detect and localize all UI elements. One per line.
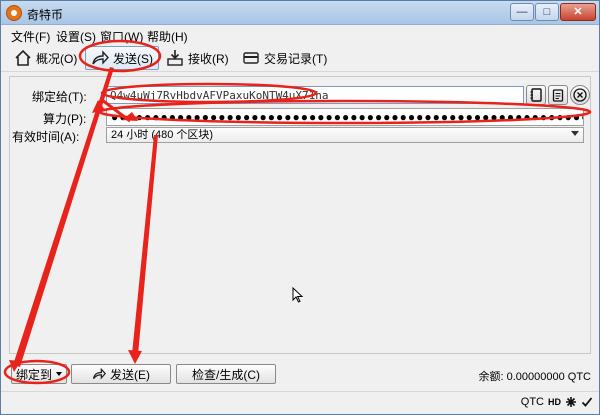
check-generate-label: 检查/生成(C) [192, 367, 260, 382]
tab-send-label: 发送(S) [113, 51, 153, 66]
send-form-panel: 绑定给(T): 算力(P): ●●●●●●●●●●●●●●●●●●●●●●●●●… [9, 76, 591, 354]
validity-selected-value: 24 小时 (480 个区块) [111, 129, 214, 141]
tab-send[interactable]: 发送(S) [85, 46, 159, 70]
action-bar: 绑定到 发送(E) 检查/生成(C) 余额: 0.00000000 QTC [1, 359, 599, 389]
bind-address-input[interactable] [106, 86, 524, 104]
home-icon [15, 49, 31, 66]
address-book-button[interactable] [526, 85, 546, 105]
tab-overview[interactable]: 概况(O) [9, 46, 82, 70]
status-indicators: QTC HD [521, 396, 593, 408]
title-bar[interactable]: 奇特币 — □ ✕ [1, 1, 599, 25]
send-button-label: 发送(E) [110, 367, 150, 382]
clipboard-icon [552, 89, 564, 102]
receive-icon [167, 50, 183, 66]
minimize-button[interactable]: — [510, 3, 534, 21]
send-arrow-icon [92, 367, 106, 380]
app-logo-icon [6, 5, 22, 21]
paste-button[interactable] [548, 85, 568, 105]
toolbar: 概况(O) 发送(S) 接收(R) 交易记录(T) [1, 44, 599, 72]
power-input[interactable]: ●●●●●●●●●●●●●●●●●●●●●●●●●●●●●●●●●●●●●●●●… [106, 108, 584, 126]
clear-icon [573, 88, 587, 102]
send-arrow-icon [92, 50, 109, 65]
mouse-cursor-icon [292, 287, 304, 303]
chevron-down-icon [571, 131, 579, 136]
maximize-button[interactable]: □ [535, 3, 559, 21]
bind-to-label: 绑定到 [16, 367, 53, 382]
unit-label: QTC [520, 396, 544, 408]
tab-overview-label: 概况(O) [36, 51, 78, 66]
menu-window[interactable]: 窗口(W) [100, 28, 143, 45]
dropdown-arrow-icon [56, 372, 62, 376]
tab-receive[interactable]: 接收(R) [161, 46, 234, 70]
tab-transactions-label: 交易记录(T) [264, 51, 328, 66]
validity-label: 有效时间(A): [12, 130, 80, 144]
menu-help[interactable]: 帮助(H) [147, 28, 188, 45]
clear-button[interactable] [570, 85, 590, 105]
status-bar: QTC HD [1, 391, 599, 414]
balance-text: 余额: 0.00000000 QTC [478, 371, 591, 383]
address-book-icon [530, 88, 542, 102]
card-icon [243, 52, 259, 64]
sync-check-icon [581, 397, 593, 407]
send-button[interactable]: 发送(E) [71, 364, 171, 384]
menu-settings[interactable]: 设置(S) [56, 28, 96, 45]
validity-select[interactable]: 24 小时 (480 个区块) [106, 127, 584, 143]
menu-file[interactable]: 文件(F) [11, 28, 50, 45]
menu-bar: 文件(F) 设置(S) 窗口(W) 帮助(H) [1, 26, 599, 44]
window-title: 奇特币 [27, 8, 64, 22]
close-button[interactable]: ✕ [560, 3, 596, 21]
main-window: 奇特币 — □ ✕ 文件(F) 设置(S) 窗口(W) 帮助(H) 概况(O) … [0, 0, 600, 415]
check-generate-button[interactable]: 检查/生成(C) [176, 364, 276, 384]
power-label: 算力(P): [43, 112, 87, 126]
tab-receive-label: 接收(R) [188, 51, 229, 66]
network-icon [566, 397, 576, 407]
bind-to-dropdown[interactable]: 绑定到 [11, 364, 67, 384]
bind-to-label: 绑定给(T): [32, 90, 87, 104]
hd-badge: HD [548, 397, 561, 407]
tab-transactions[interactable]: 交易记录(T) [237, 46, 332, 70]
